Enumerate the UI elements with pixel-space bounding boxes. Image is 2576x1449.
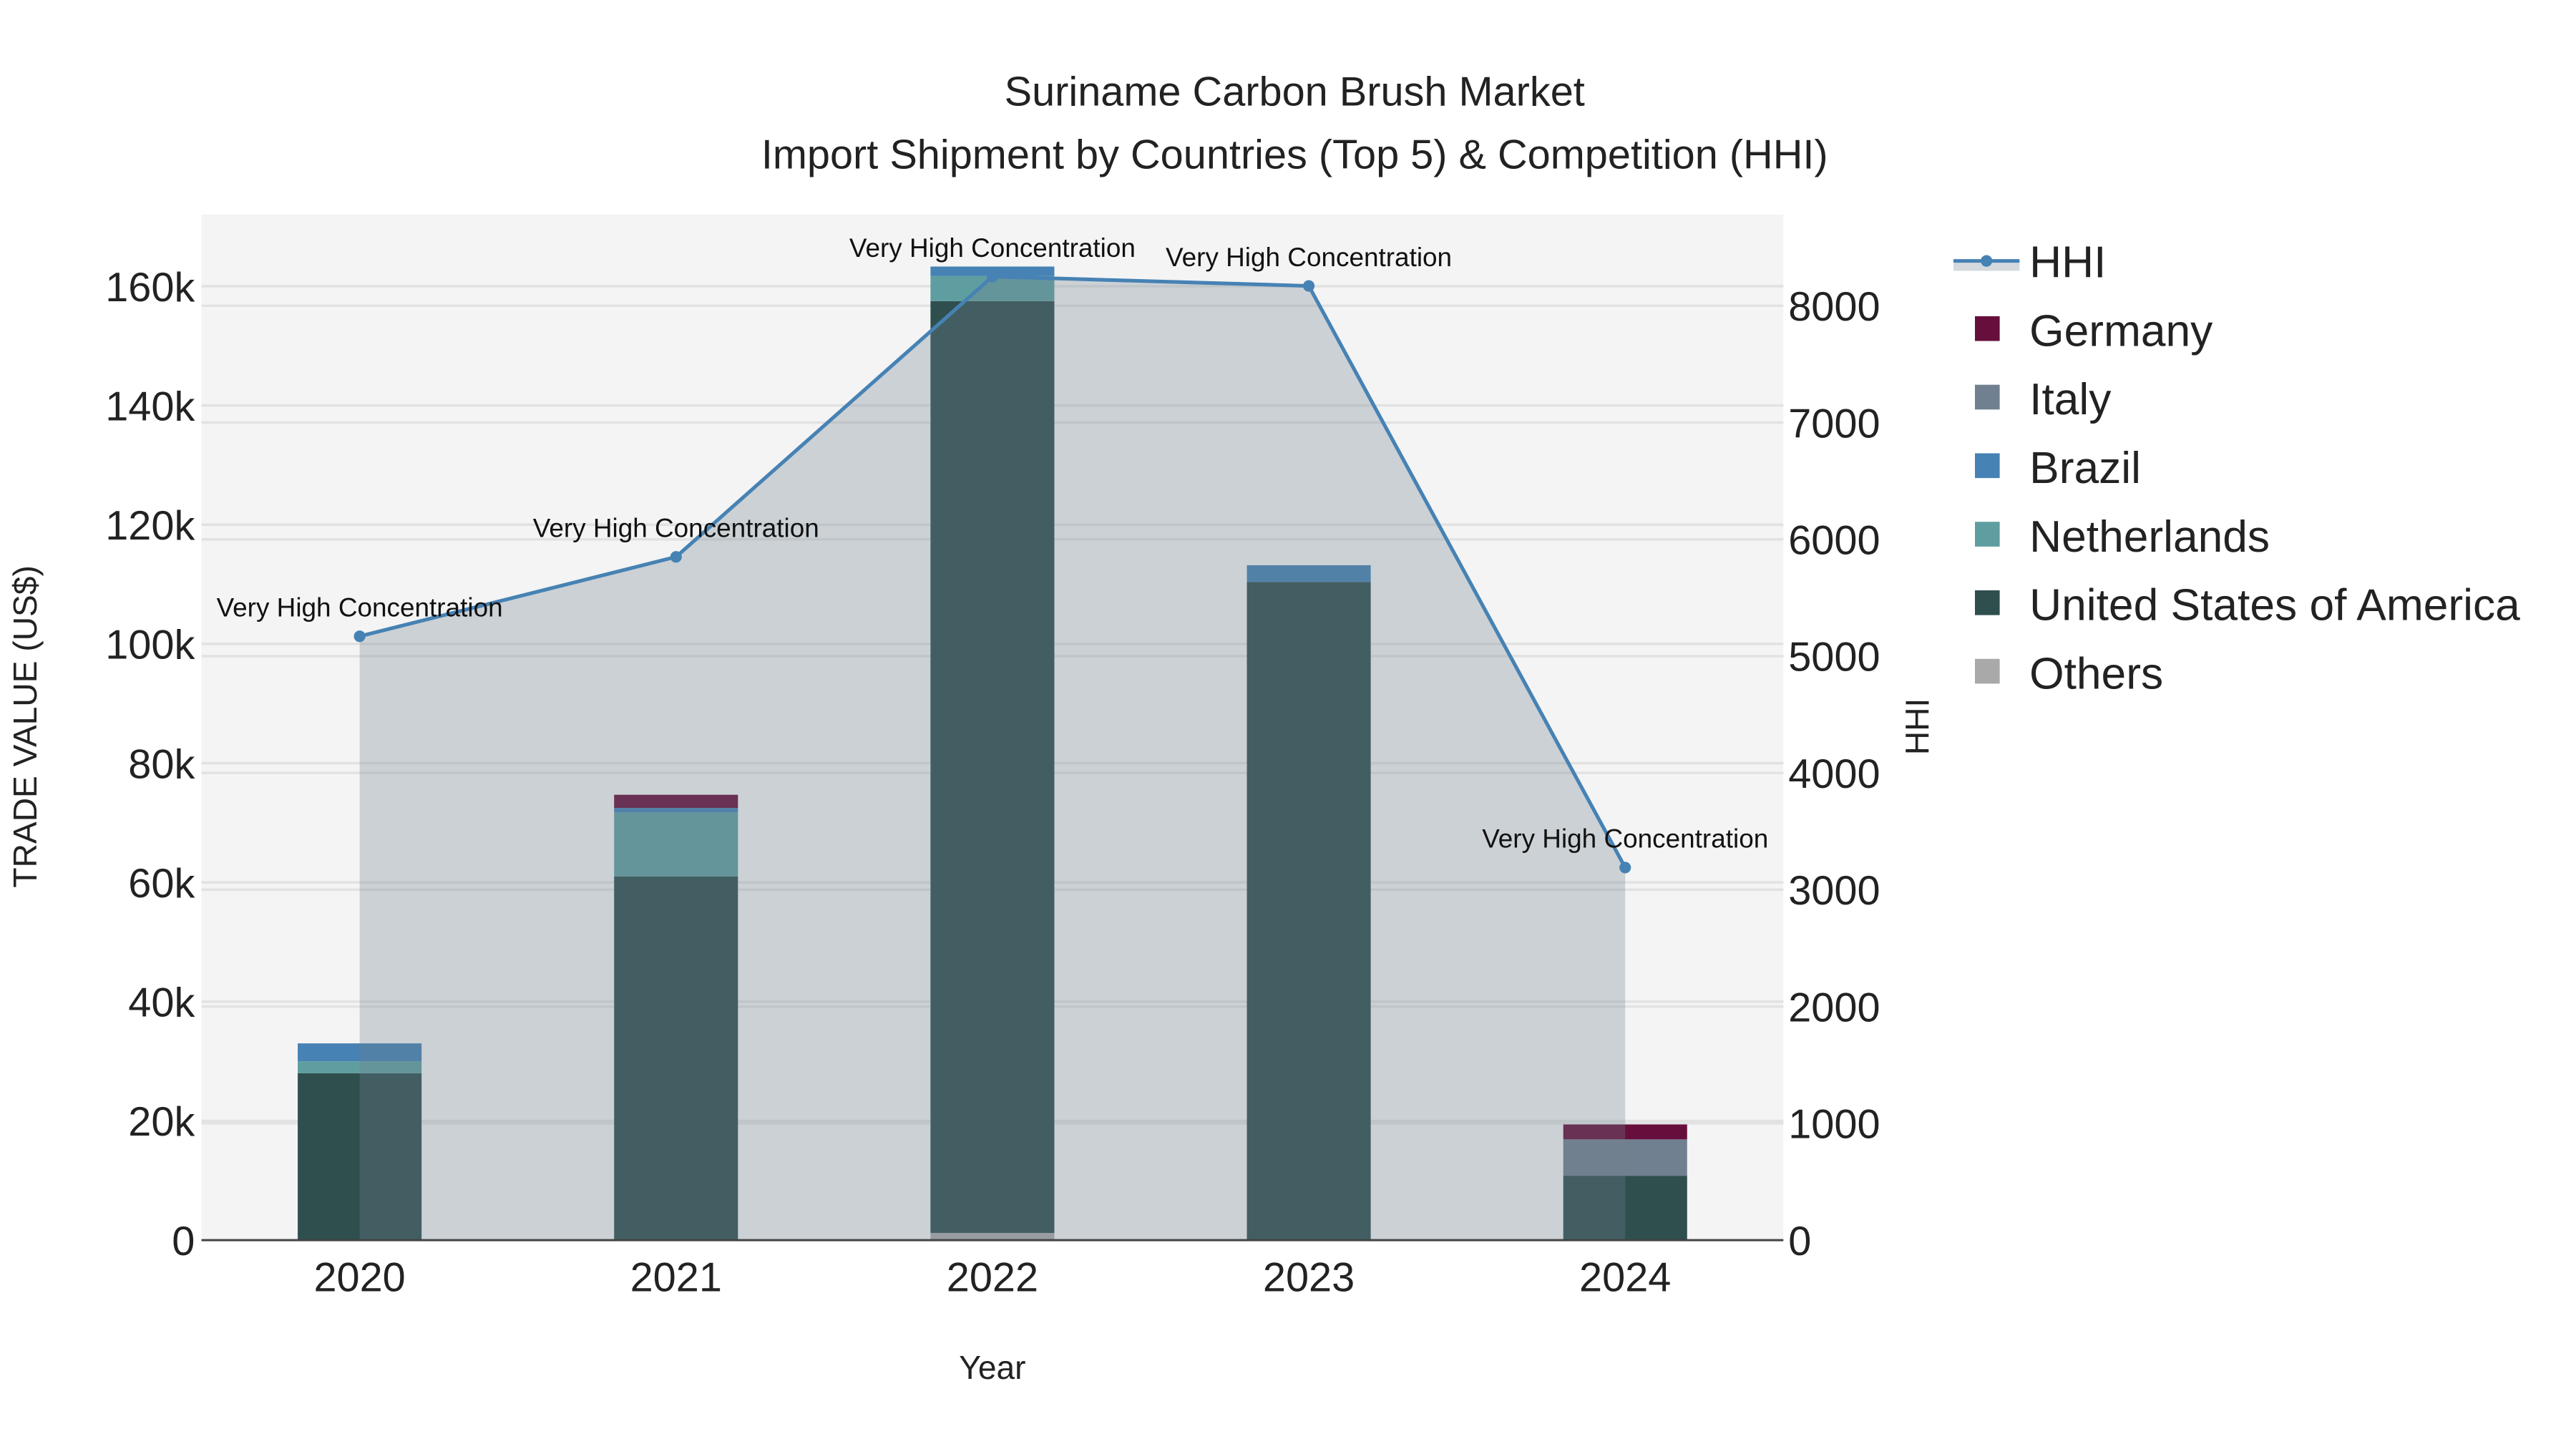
y-tick-label: 100k <box>105 623 195 668</box>
hhi-annotation-2024: Very High Concentration <box>1482 824 1768 854</box>
legend-swatch-italy <box>1975 384 2000 410</box>
y2-tick-label: 4000 <box>1788 751 1880 797</box>
y-tick-label: 40k <box>128 980 195 1026</box>
y-tick-label: 0 <box>172 1219 195 1264</box>
chart-subtitle: Import Shipment by Countries (Top 5) & C… <box>761 132 1828 177</box>
x-tick-label: 2022 <box>947 1255 1038 1301</box>
y2-tick-label: 7000 <box>1788 401 1880 447</box>
legend-swatch-others <box>1975 658 2000 684</box>
y2-tick-label: 0 <box>1788 1219 1811 1264</box>
y2-tick-label: 8000 <box>1788 284 1880 330</box>
legend-label: Brazil <box>2029 444 2141 493</box>
y2-tick-label: 6000 <box>1788 518 1880 564</box>
x-tick-label: 2021 <box>630 1255 722 1301</box>
legend-label: Netherlands <box>2029 512 2270 562</box>
legend-label: Others <box>2029 649 2163 698</box>
hhi-point-2021 <box>670 551 682 563</box>
y2-tick-label: 3000 <box>1788 868 1880 914</box>
y-tick-label: 80k <box>128 741 195 787</box>
y-tick-label: 160k <box>105 265 195 311</box>
hhi-annotation-2023: Very High Concentration <box>1166 243 1452 272</box>
hhi-annotation-2022: Very High Concentration <box>849 233 1136 263</box>
hhi-annotation-2021: Very High Concentration <box>533 514 819 543</box>
hhi-annotation-2020: Very High Concentration <box>217 593 503 623</box>
legend-label: United States of America <box>2029 581 2520 630</box>
hhi-point-2020 <box>353 630 366 643</box>
hhi-point-2022 <box>986 270 998 283</box>
y-tick-label: 140k <box>105 384 195 429</box>
y2-tick-label: 2000 <box>1788 985 1880 1030</box>
y2-tick-label: 5000 <box>1788 635 1880 680</box>
y2-axis-title: HHI <box>1898 698 1936 755</box>
legend-swatch-hhi-marker <box>1981 255 1993 267</box>
legend-label: Italy <box>2029 375 2112 424</box>
x-axis-title: Year <box>959 1349 1025 1386</box>
hhi-point-2023 <box>1303 280 1315 292</box>
legend-swatch-brazil <box>1975 453 2000 479</box>
legend-swatch-united-states-of-america <box>1975 590 2000 615</box>
y-axis-title: TRADE VALUE (US$) <box>6 565 44 887</box>
x-tick-label: 2020 <box>313 1255 405 1301</box>
hhi-point-2024 <box>1619 862 1631 874</box>
y-tick-label: 20k <box>128 1099 195 1145</box>
y-tick-label: 60k <box>128 861 195 907</box>
legend-label: HHI <box>2029 238 2106 288</box>
legend: HHI Germany Italy Brazil Netherlands United S… <box>1953 238 2520 698</box>
legend-swatch-netherlands <box>1975 522 2000 547</box>
x-tick-label: 2024 <box>1579 1255 1671 1301</box>
chart-title: Suriname Carbon Brush Market <box>1005 69 1585 115</box>
y2-tick-label: 1000 <box>1788 1102 1880 1148</box>
x-tick-label: 2023 <box>1263 1255 1355 1301</box>
y-tick-label: 120k <box>105 503 195 549</box>
legend-swatch-germany <box>1975 316 2000 341</box>
chart: Very High Concentration Very High Concent… <box>6 69 2520 1386</box>
legend-label: Germany <box>2029 306 2213 356</box>
